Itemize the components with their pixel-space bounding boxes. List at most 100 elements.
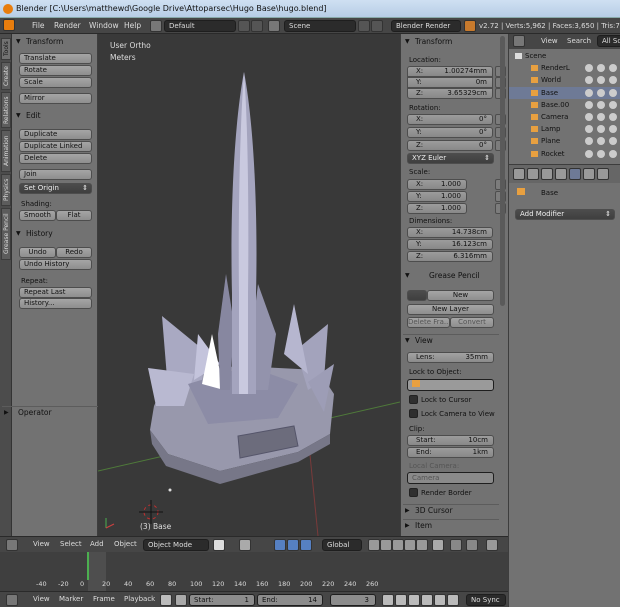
delete-scene-icon[interactable] — [371, 20, 383, 32]
panel-transform-properties-header[interactable]: Transform — [403, 36, 485, 48]
outliner-menu-search[interactable]: Search — [567, 37, 591, 45]
tab-create[interactable]: Create — [1, 62, 11, 90]
camera-toggle-icon[interactable] — [609, 76, 617, 85]
play-icon[interactable] — [421, 594, 433, 606]
cursor-toggle-icon[interactable] — [597, 125, 605, 134]
scale-y-field[interactable]: Y: 1.000 — [407, 191, 467, 202]
flat-button[interactable]: Flat — [56, 210, 92, 221]
render-engine-selector[interactable]: Blender Render — [391, 20, 461, 32]
outliner-item[interactable]: Base — [509, 86, 620, 99]
camera-toggle-icon[interactable] — [609, 88, 617, 97]
jump-keyframe-back-icon[interactable] — [395, 594, 407, 606]
editor-type-icon[interactable] — [6, 594, 18, 606]
panel-operator-header[interactable]: Operator — [2, 406, 98, 419]
viewport-menu-select[interactable]: Select — [60, 540, 82, 548]
panel-history-header[interactable]: History — [14, 228, 96, 240]
delete-frame-button[interactable]: Delete Fra... — [407, 317, 450, 328]
layout-selector[interactable]: Default — [164, 20, 236, 32]
scene-icon[interactable] — [268, 20, 280, 32]
tab-animation[interactable]: Animation — [1, 130, 11, 172]
eye-toggle-icon[interactable] — [585, 113, 593, 121]
tab-relations[interactable]: Relations — [1, 92, 11, 128]
cursor-toggle-icon[interactable] — [597, 88, 605, 97]
tab-grease-pencil[interactable]: Grease Pencil — [1, 208, 11, 260]
rotation-y-field[interactable]: Y: 0° — [407, 127, 493, 138]
duplicate-linked-button[interactable]: Duplicate Linked — [19, 141, 92, 152]
add-layout-icon[interactable] — [238, 20, 250, 32]
panel-item-header[interactable]: Item — [403, 519, 499, 532]
rotate-button[interactable]: Rotate — [19, 65, 92, 76]
layer-icon[interactable] — [380, 539, 392, 551]
outliner-display-mode[interactable]: All Sc — [597, 35, 620, 47]
delete-button[interactable]: Delete — [19, 153, 92, 164]
camera-toggle-icon[interactable] — [609, 113, 617, 121]
panel-3d-cursor-header[interactable]: 3D Cursor — [403, 504, 499, 517]
scale-x-field[interactable]: X: 1.000 — [407, 179, 467, 190]
outliner-item[interactable]: RenderL — [509, 62, 620, 74]
orientation-selector[interactable]: Global — [322, 539, 362, 551]
clip-end-field[interactable]: End: 1km — [407, 447, 494, 458]
layer-icon[interactable] — [404, 539, 416, 551]
mirror-button[interactable]: Mirror — [19, 93, 92, 104]
start-frame-field[interactable]: Start: 1 — [189, 594, 255, 606]
menu-window[interactable]: Window — [89, 18, 119, 34]
eye-toggle-icon[interactable] — [585, 125, 593, 134]
viewport-menu-add[interactable]: Add — [90, 540, 104, 548]
tab-physics[interactable]: Physics — [1, 174, 11, 206]
outliner-item[interactable]: Camera — [509, 111, 620, 123]
outliner-item[interactable]: Plane — [509, 135, 620, 147]
set-origin-dropdown[interactable]: Set Origin ⇕ — [19, 183, 92, 194]
repeat-last-button[interactable]: Repeat Last — [19, 287, 92, 298]
rotate-manipulator-icon[interactable] — [300, 539, 312, 551]
snap-element-icon[interactable] — [466, 539, 478, 551]
rotation-z-field[interactable]: Z: 0° — [407, 140, 493, 151]
layer-icon[interactable] — [392, 539, 404, 551]
scene-tab-icon[interactable] — [527, 168, 539, 180]
camera-toggle-icon[interactable] — [609, 137, 617, 146]
texture-tab-icon[interactable] — [597, 168, 609, 180]
panel-edit-header[interactable]: Edit — [14, 110, 96, 122]
new-layer-button[interactable]: New Layer — [407, 304, 494, 315]
lens-field[interactable]: Lens: 35mm — [407, 352, 494, 363]
location-z-field[interactable]: Z: 3.65329cm — [407, 88, 493, 99]
outliner-item[interactable]: World — [509, 74, 620, 86]
join-button[interactable]: Join — [19, 169, 92, 180]
eye-toggle-icon[interactable] — [585, 137, 593, 146]
record-icon[interactable] — [160, 594, 172, 606]
history-button[interactable]: History... — [19, 298, 92, 309]
panel-transform-header[interactable]: Transform — [14, 36, 96, 48]
menu-file[interactable]: File — [32, 18, 45, 34]
timeline-menu-view[interactable]: View — [33, 595, 50, 603]
delete-layout-icon[interactable] — [251, 20, 263, 32]
cursor-toggle-icon[interactable] — [597, 100, 605, 109]
layout-icon[interactable] — [150, 20, 162, 32]
lock-layers-icon[interactable] — [432, 539, 444, 551]
dimension-y-field[interactable]: Y: 16.123cm — [407, 239, 493, 250]
outliner-item[interactable]: Rocket — [509, 148, 620, 160]
current-frame-field[interactable]: 3 — [330, 594, 376, 606]
timeline-menu-marker[interactable]: Marker — [59, 595, 83, 603]
cursor-toggle-icon[interactable] — [597, 113, 605, 121]
viewport-menu-view[interactable]: View — [33, 540, 50, 548]
render-tab-icon[interactable] — [513, 168, 525, 180]
lock-cursor-checkbox[interactable] — [409, 395, 418, 404]
panel-grease-pencil-header[interactable]: Grease Pencil — [403, 270, 485, 282]
current-frame-cursor[interactable] — [87, 552, 90, 580]
outliner-item[interactable]: Lamp — [509, 123, 620, 135]
menu-help[interactable]: Help — [124, 18, 141, 34]
dimension-x-field[interactable]: X: 14.738cm — [407, 227, 493, 238]
play-reverse-icon[interactable] — [408, 594, 420, 606]
duplicate-button[interactable]: Duplicate — [19, 129, 92, 140]
eye-toggle-icon[interactable] — [585, 76, 593, 85]
manipulator-icon[interactable] — [274, 539, 286, 551]
mode-selector[interactable]: Object Mode — [143, 539, 209, 551]
add-modifier-dropdown[interactable]: Add Modifier ⇕ — [515, 209, 615, 220]
clip-start-field[interactable]: Start: 10cm — [407, 435, 494, 446]
outliner-item[interactable]: Scene — [509, 50, 620, 62]
shading-icon[interactable] — [213, 539, 225, 551]
sync-mode-selector[interactable]: No Sync — [466, 594, 506, 606]
lock-object-field[interactable] — [407, 379, 494, 391]
editor-type-icon[interactable] — [513, 35, 525, 47]
outliner-menu-view[interactable]: View — [541, 37, 558, 45]
timeline-menu-playback[interactable]: Playback — [124, 595, 155, 603]
